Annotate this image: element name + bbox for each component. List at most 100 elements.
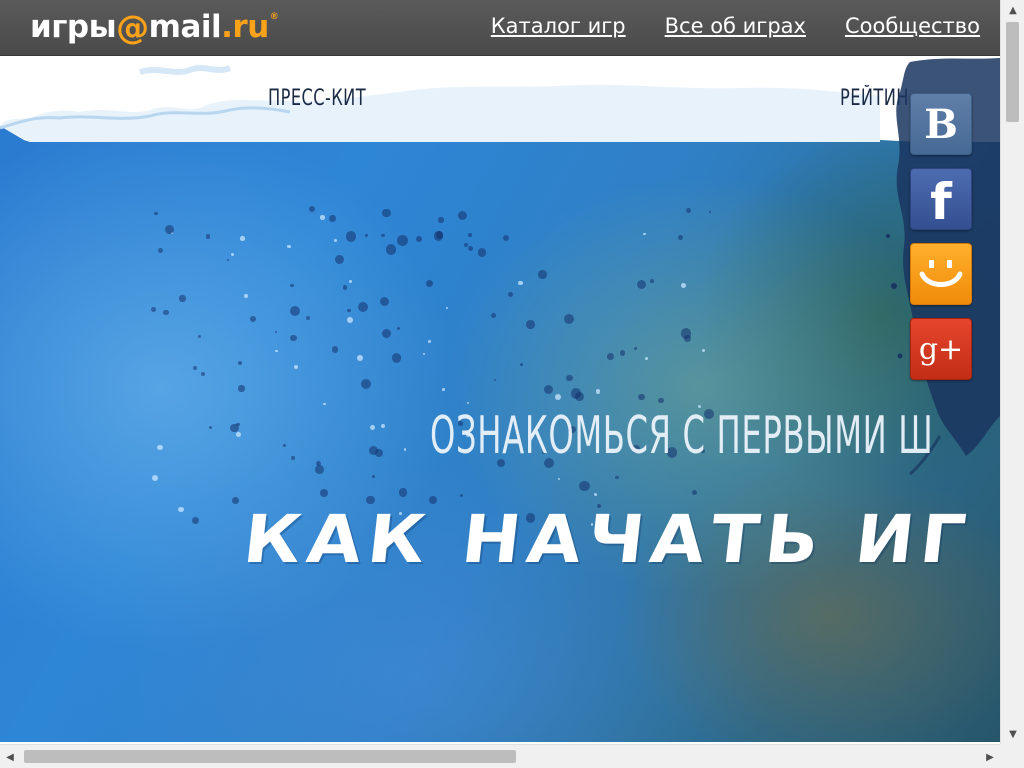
paint-speck bbox=[555, 394, 562, 401]
paint-speck bbox=[158, 247, 164, 253]
paint-speck bbox=[157, 444, 163, 451]
logo-text-mail: mail bbox=[148, 9, 222, 45]
vertical-scrollbar[interactable]: ▲ ▼ bbox=[1000, 0, 1024, 744]
paint-speck bbox=[230, 253, 234, 257]
scroll-up-arrow-icon[interactable]: ▲ bbox=[1001, 0, 1024, 20]
portal-nav: Каталог игр Все об играх Сообщество bbox=[491, 14, 980, 38]
paint-speck bbox=[380, 233, 385, 238]
paint-speck bbox=[435, 231, 444, 239]
paint-speck bbox=[243, 294, 248, 299]
paint-speck bbox=[595, 389, 601, 394]
paint-speck bbox=[491, 312, 497, 318]
paint-speck bbox=[563, 314, 575, 325]
paint-speck bbox=[557, 478, 561, 481]
paint-speck bbox=[208, 425, 213, 430]
paint-speck bbox=[230, 424, 239, 433]
logo-text-ru: .ru bbox=[221, 9, 269, 45]
share-moimir-button[interactable] bbox=[910, 243, 972, 305]
paint-speck bbox=[650, 279, 654, 283]
paint-speck bbox=[477, 248, 487, 257]
paint-speck bbox=[365, 233, 369, 238]
google-plus-icon: g+ bbox=[918, 331, 964, 367]
page: игры @ mail .ru ® Каталог игр Все об играх С… bbox=[0, 0, 1024, 768]
paint-speck bbox=[163, 309, 169, 315]
paint-speck bbox=[503, 235, 510, 242]
scroll-down-arrow-icon[interactable]: ▼ bbox=[1001, 724, 1024, 744]
paint-speck bbox=[507, 291, 514, 297]
scroll-left-arrow-icon[interactable]: ◀ bbox=[0, 745, 20, 768]
paint-speck bbox=[638, 393, 645, 401]
paint-speck bbox=[308, 206, 315, 213]
paint-speck bbox=[293, 364, 298, 370]
paint-speck bbox=[240, 236, 245, 241]
paint-speck bbox=[331, 346, 339, 353]
paint-speck bbox=[445, 306, 448, 309]
paint-speck bbox=[386, 244, 397, 255]
paint-speck bbox=[371, 475, 375, 478]
paint-speck bbox=[151, 475, 158, 482]
paint-speck bbox=[594, 492, 598, 496]
paint-speck bbox=[249, 316, 256, 322]
paint-speck bbox=[320, 215, 325, 220]
paint-speck bbox=[391, 353, 402, 364]
hero-title: КАК НАЧАТЬ ИГ bbox=[239, 501, 976, 578]
paint-speck bbox=[518, 280, 524, 286]
paint-speck bbox=[357, 301, 369, 313]
paint-speck bbox=[323, 402, 326, 406]
games-mail-ru-logo[interactable]: игры @ mail .ru ® bbox=[30, 6, 279, 48]
paint-speck bbox=[335, 255, 344, 265]
share-google-plus-button[interactable]: g+ bbox=[910, 318, 972, 380]
sub-nav-press-kit[interactable]: ПРЕСС-КИТ bbox=[268, 86, 366, 111]
paint-speck bbox=[275, 350, 278, 353]
share-facebook-button[interactable]: f bbox=[910, 168, 972, 231]
paint-speck bbox=[347, 308, 351, 313]
facebook-icon: f bbox=[930, 173, 952, 231]
paint-speck bbox=[684, 335, 691, 342]
paint-speck bbox=[381, 328, 392, 338]
paint-speck bbox=[275, 330, 278, 334]
paint-speck bbox=[442, 388, 446, 392]
paint-speck bbox=[466, 401, 470, 404]
nav-link-community[interactable]: Сообщество bbox=[845, 14, 980, 38]
paint-speck bbox=[315, 465, 325, 474]
paint-speck bbox=[329, 215, 336, 222]
nav-link-about-games[interactable]: Все об играх bbox=[665, 14, 806, 38]
portal-header: игры @ mail .ru ® Каталог игр Все об играх С… bbox=[0, 0, 1000, 56]
paint-speck bbox=[636, 279, 647, 289]
paint-speck bbox=[691, 489, 698, 496]
paint-speck bbox=[380, 423, 386, 429]
paint-speck bbox=[422, 352, 425, 355]
moimir-icon bbox=[919, 260, 963, 287]
paint-speck bbox=[709, 210, 712, 213]
paint-speck bbox=[403, 448, 407, 451]
paint-speck bbox=[579, 480, 591, 492]
paint-speck bbox=[643, 232, 646, 235]
paint-speck bbox=[290, 456, 296, 461]
paint-speck bbox=[347, 316, 353, 323]
share-vk-button[interactable]: B bbox=[910, 93, 972, 155]
hero-subtitle: ОЗНАКОМЬСЯ С ПЕРВЫМИ Ш bbox=[430, 406, 934, 466]
paint-speck bbox=[468, 233, 472, 237]
paint-speck bbox=[200, 372, 205, 377]
paint-speck bbox=[151, 307, 156, 312]
paint-speck bbox=[633, 347, 637, 350]
paint-speck bbox=[320, 488, 328, 497]
paint-speck bbox=[237, 360, 243, 366]
paint-speck bbox=[356, 355, 363, 362]
scroll-right-arrow-icon[interactable]: ▶ bbox=[980, 745, 1000, 768]
paint-speck bbox=[370, 425, 376, 431]
paint-speck bbox=[493, 378, 497, 382]
logo-registered-mark: ® bbox=[269, 12, 279, 22]
paint-speck bbox=[179, 295, 186, 302]
hero-banner: ПРЕСС-КИТ РЕЙТИН ОЗНАКОМЬСЯ С ПЕРВЫМИ Ш … bbox=[0, 56, 1000, 742]
paint-speck bbox=[459, 494, 463, 497]
logo-text-games: игры bbox=[30, 9, 117, 45]
horizontal-scroll-thumb[interactable] bbox=[24, 750, 516, 763]
vertical-scroll-thumb[interactable] bbox=[1006, 22, 1019, 122]
horizontal-scrollbar[interactable]: ◀ ▶ bbox=[0, 744, 1000, 768]
logo-at-sign: @ bbox=[116, 7, 149, 47]
nav-link-catalog[interactable]: Каталог игр bbox=[491, 14, 626, 38]
paint-speck bbox=[192, 517, 200, 525]
paint-speck bbox=[538, 270, 547, 279]
paint-speck bbox=[467, 245, 474, 252]
